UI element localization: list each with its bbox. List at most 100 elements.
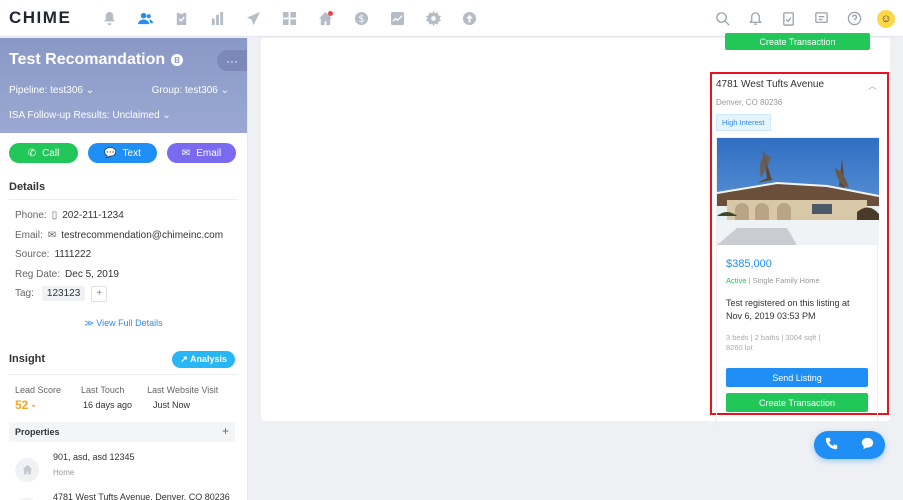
last-touch-value: 16 days ago bbox=[83, 399, 133, 410]
nav-dollar-icon[interactable]: $ bbox=[343, 0, 379, 37]
trend-icon: ↗ bbox=[180, 353, 188, 364]
source-row: Source: 1111222 bbox=[0, 245, 247, 265]
view-full-label: View Full Details bbox=[96, 317, 163, 328]
clipboard-icon[interactable] bbox=[772, 0, 805, 37]
nav-upload-icon[interactable] bbox=[451, 0, 487, 37]
nav-analytics-icon[interactable] bbox=[379, 0, 415, 37]
send-listing-button[interactable]: Send Listing bbox=[726, 368, 868, 387]
email-row: Email: ✉ testrecommendation@chimeinc.com bbox=[0, 226, 247, 246]
property-item[interactable]: 901, asd, asd 12345 Home bbox=[0, 442, 247, 482]
listing-price: $385,000 bbox=[726, 258, 772, 270]
help-icon[interactable] bbox=[838, 0, 871, 37]
interest-badge: High Interest bbox=[716, 114, 771, 131]
phone-icon: ✆ bbox=[27, 147, 37, 159]
email-value[interactable]: testrecommendation@chimeinc.com bbox=[61, 230, 223, 241]
nav-dashboard-icon[interactable] bbox=[271, 0, 307, 37]
text-label: Text bbox=[122, 147, 141, 159]
property-address: 901, asd, asd 12345 bbox=[53, 451, 135, 462]
nav-notification-icon[interactable] bbox=[91, 0, 127, 37]
email-button[interactable]: ✉ Email bbox=[167, 143, 236, 163]
email-row-label: Email: bbox=[15, 229, 43, 241]
nav-reports-icon[interactable] bbox=[199, 0, 235, 37]
isa-field[interactable]: ISA Follow-up Results: Unclaimed ⌄ bbox=[9, 110, 238, 121]
listing-address: 4781 West Tufts Avenue bbox=[716, 79, 825, 90]
mobile-icon: ▯ bbox=[51, 210, 58, 222]
nav-alert-dot bbox=[328, 10, 333, 16]
insight-header: Insight ↗ Analysis bbox=[0, 329, 247, 368]
nav-send-icon[interactable] bbox=[235, 0, 271, 37]
svg-text:$: $ bbox=[358, 13, 364, 24]
phone-row: Phone: ▯ 202-211-1234 bbox=[0, 206, 247, 226]
house-icon bbox=[15, 457, 39, 482]
listing-specs: 3 beds | 2 baths | 3004 sqft | 8260 lot bbox=[726, 333, 821, 352]
chime-logo[interactable]: CHIME bbox=[9, 8, 91, 28]
lead-header: Test Recomandation B ··· Pipeline: test3… bbox=[0, 38, 247, 133]
user-avatar[interactable]: ☺ bbox=[877, 9, 895, 28]
pipeline-field[interactable]: Pipeline: test306 ⌄ bbox=[9, 85, 94, 96]
create-transaction-button-top[interactable]: Create Transaction bbox=[725, 33, 870, 50]
email-label: Email bbox=[196, 147, 222, 159]
main-nav: $ bbox=[91, 0, 487, 37]
mail-icon: ✉ bbox=[47, 229, 57, 241]
chat-bubble-icon: 💬 bbox=[104, 147, 117, 159]
lot-size: 8260 lot bbox=[726, 343, 753, 352]
listing-photo[interactable] bbox=[717, 138, 879, 245]
tag-row: Tag: 123123 + bbox=[0, 284, 247, 304]
double-chevron-down-icon: ≫ bbox=[84, 317, 94, 328]
listing-city: Denver, CO 80236 bbox=[716, 98, 783, 107]
chevron-up-icon[interactable]: ︿ bbox=[868, 79, 877, 92]
source-value: 1111222 bbox=[54, 249, 92, 261]
create-transaction-button[interactable]: Create Transaction bbox=[726, 393, 868, 412]
contact-actions: ✆ Call 💬 Text ✉ Email bbox=[0, 133, 247, 173]
pipeline-label: Pipeline: bbox=[9, 85, 48, 96]
listing-address-row: 4781 West Tufts Avenue ︿ bbox=[712, 74, 887, 92]
add-tag-button[interactable]: + bbox=[91, 285, 108, 302]
message-icon[interactable] bbox=[805, 0, 838, 37]
status-row: Active | Single Family Home bbox=[726, 276, 820, 285]
analysis-label: Analysis bbox=[189, 353, 227, 364]
insight-heading: Insight bbox=[9, 353, 46, 365]
group-field[interactable]: Group: test306 ⌄ bbox=[152, 85, 229, 96]
nav-tasks-icon[interactable] bbox=[163, 0, 199, 37]
registration-note: Test registered on this listing at Nov 6… bbox=[726, 298, 850, 321]
reg-date-value: Dec 5, 2019 bbox=[65, 268, 119, 280]
property-text: 4781 West Tufts Avenue, Denver, CO 80236 bbox=[53, 492, 230, 500]
tag-chip[interactable]: 123123 bbox=[41, 286, 86, 302]
phone-value[interactable]: 202-211-1234 bbox=[62, 210, 124, 221]
isa-label: ISA Follow-up Results: bbox=[9, 110, 110, 121]
view-full-details-link[interactable]: ≫ View Full Details bbox=[0, 318, 247, 329]
add-property-button[interactable]: + bbox=[222, 425, 229, 437]
property-text: 901, asd, asd 12345 Home bbox=[53, 452, 135, 477]
group-value: test306 bbox=[185, 85, 218, 96]
call-button[interactable]: ✆ Call bbox=[9, 143, 78, 163]
property-type: Home bbox=[53, 467, 75, 477]
lead-title: Test Recomandation B bbox=[9, 51, 238, 69]
properties-heading: Properties bbox=[15, 426, 60, 437]
nav-home-icon[interactable] bbox=[307, 0, 343, 37]
floating-chat-icon[interactable] bbox=[861, 437, 874, 453]
lead-score-value: 52 - bbox=[15, 397, 36, 412]
insight-labels: Lead Score Last Touch Last Website Visit bbox=[0, 375, 247, 395]
search-icon[interactable] bbox=[706, 0, 739, 37]
last-touch-label: Last Touch bbox=[81, 384, 125, 395]
property-item[interactable]: 4781 West Tufts Avenue, Denver, CO 80236 bbox=[0, 482, 247, 500]
more-options-button[interactable]: ··· bbox=[217, 50, 247, 71]
text-button[interactable]: 💬 Text bbox=[88, 143, 157, 163]
analysis-button[interactable]: ↗ Analysis bbox=[172, 350, 235, 368]
details-heading: Details bbox=[9, 181, 46, 193]
beds: 3 beds bbox=[726, 333, 749, 342]
nav-settings-icon[interactable] bbox=[415, 0, 451, 37]
bell-icon[interactable] bbox=[739, 0, 772, 37]
lead-sidebar: Test Recomandation B ··· Pipeline: test3… bbox=[0, 38, 248, 500]
isa-value: Unclaimed bbox=[112, 110, 160, 121]
tag-label: Tag: bbox=[15, 288, 34, 300]
reg-date-label: Reg Date: bbox=[15, 268, 61, 280]
last-visit-label: Last Website Visit bbox=[147, 384, 219, 395]
lead-name: Test Recomandation bbox=[9, 51, 166, 68]
nav-people-icon[interactable] bbox=[127, 0, 163, 37]
floating-phone-icon[interactable] bbox=[825, 437, 838, 453]
baths: 2 baths bbox=[754, 333, 780, 342]
pipeline-value: test306 bbox=[50, 85, 83, 96]
properties-header: Properties + bbox=[9, 421, 235, 442]
insight-values: 52 - 16 days ago Just Now bbox=[0, 395, 247, 412]
